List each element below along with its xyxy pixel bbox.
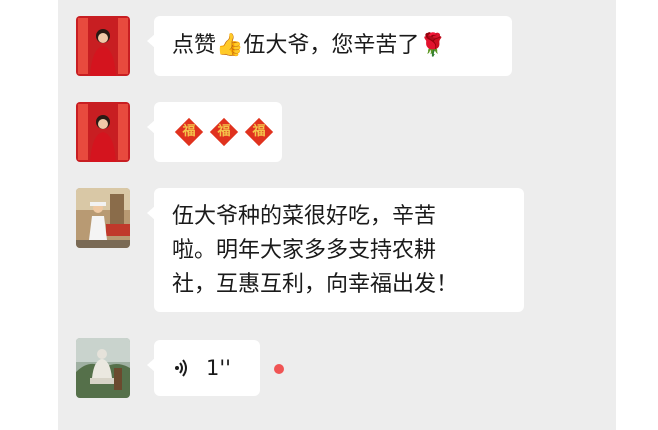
fu-sticker-group: 福 福 福 (174, 117, 274, 147)
voice-wave-icon (175, 359, 187, 377)
statue-photo-avatar-icon (76, 338, 130, 398)
unread-dot (274, 364, 284, 374)
message-bubble[interactable]: 伍大爷种的菜很好吃，辛苦 啦。明年大家多多支持农耕 社，互惠互利，向幸福出发！ (147, 188, 524, 312)
fu-sticker-icon: 福 (209, 117, 239, 147)
avatar[interactable] (76, 16, 130, 76)
voice-duration: 1'' (206, 356, 231, 380)
chat-area: 点赞👍伍大爷，您辛苦了🌹 福 福 福 伍大爷种的菜很好吃，辛苦 啦。明年大家多多… (58, 0, 616, 430)
message-text: 点赞👍伍大爷，您辛苦了🌹 (172, 33, 447, 58)
voice-message-bubble[interactable]: 1'' (147, 340, 260, 396)
fu-sticker-icon: 福 (245, 117, 274, 147)
avatar[interactable] (76, 102, 130, 162)
message-text: 伍大爷种的菜很好吃，辛苦 啦。明年大家多多支持农耕 社，互惠互利，向幸福出发！ (172, 204, 459, 297)
message-bubble[interactable]: 点赞👍伍大爷，您辛苦了🌹 (147, 16, 512, 76)
sticker-bubble[interactable]: 福 福 福 (147, 102, 282, 162)
red-figure-avatar-icon (76, 102, 130, 162)
red-figure-avatar-icon (76, 16, 130, 76)
avatar[interactable] (76, 338, 130, 398)
street-photo-avatar-icon (76, 188, 130, 248)
fu-sticker-icon: 福 (174, 117, 204, 147)
avatar[interactable] (76, 188, 130, 248)
